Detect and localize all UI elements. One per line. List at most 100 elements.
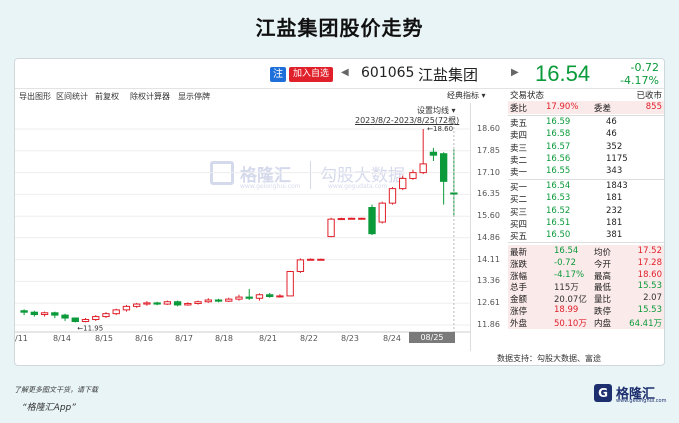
candle[interactable] [317, 258, 325, 261]
divider [508, 242, 664, 243]
candle[interactable] [235, 294, 243, 301]
candle[interactable] [337, 217, 345, 221]
stat-label: 最新 [510, 248, 528, 258]
candle[interactable] [388, 187, 397, 205]
price-axis: 18.60 17.85 17.10 16.35 15.60 14.86 14.11 13.36… [470, 103, 508, 351]
date-tick-label: /11 [15, 334, 28, 343]
bid-row[interactable]: 买二 16.53 181 [508, 193, 664, 206]
weicha-label: 委差 [594, 104, 612, 114]
candle[interactable] [214, 298, 223, 303]
range-stats-button[interactable]: 区间统计 [56, 91, 88, 102]
date-tick-label: 8/16 [135, 334, 153, 343]
bid-row[interactable]: 买三 16.52 232 [508, 205, 664, 218]
candle[interactable] [122, 304, 131, 312]
candle[interactable] [225, 297, 233, 303]
stat-label: 金额 [510, 295, 528, 306]
weicha-value: 855 [645, 102, 662, 112]
candle[interactable] [419, 129, 427, 175]
candle[interactable] [61, 313, 69, 321]
indicator-dropdown[interactable]: 经典指标 ▾ [447, 90, 486, 101]
candle[interactable] [245, 288, 253, 300]
trade-status-value: 已收市 [636, 91, 662, 101]
candle[interactable] [276, 294, 284, 298]
prev-stock-arrow-icon[interactable]: ◀ [341, 67, 349, 78]
bid-row[interactable]: 买四 16.51 181 [508, 218, 664, 230]
quote-header: 注 加入自选 ◀ 601065 江盐集团 ▶ 16.54 -0.72 -4.17… [15, 59, 664, 89]
candle[interactable] [286, 270, 294, 297]
candle-body [419, 163, 427, 174]
candle[interactable] [51, 311, 59, 319]
candle[interactable] [255, 293, 264, 301]
candle[interactable] [347, 217, 356, 220]
candle-body [61, 314, 69, 319]
candle[interactable] [266, 293, 274, 298]
show-suspension-button[interactable]: 显示停牌 [178, 91, 210, 102]
candle[interactable] [112, 308, 120, 316]
candle[interactable] [40, 311, 49, 317]
candle[interactable] [173, 300, 182, 307]
date-tick-label: 8/17 [175, 334, 193, 343]
candle[interactable] [20, 309, 28, 316]
candle[interactable] [81, 318, 90, 323]
bid-row[interactable]: 买五 16.50 381 [508, 230, 664, 242]
stat-row: 外盘 50.10万 内盘 64.41万 [508, 317, 664, 329]
add-to-watchlist-button[interactable]: 加入自选 [289, 67, 333, 82]
ex-rights-calculator-button[interactable]: 除权计算器 [130, 91, 170, 102]
candle-body [225, 298, 233, 302]
stat-label: 内盘 [594, 318, 612, 329]
next-stock-arrow-icon[interactable]: ▶ [511, 67, 519, 78]
candle[interactable] [133, 302, 141, 308]
candlestick-chart[interactable]: ←18.60 ←11.95 [15, 103, 470, 351]
bid-level: 买一 [510, 183, 528, 193]
candle[interactable] [368, 204, 376, 236]
candle[interactable] [327, 217, 335, 238]
stat-label: 今开 [594, 259, 612, 270]
candle[interactable] [30, 310, 39, 317]
bid-price: 16.52 [546, 205, 571, 216]
ask-row[interactable]: 卖二 16.56 1175 [508, 153, 664, 166]
candle-body [337, 218, 345, 221]
indicator-label: 经典指标 [447, 91, 479, 100]
candle-body [317, 258, 325, 261]
bid-row[interactable]: 买一 16.54 1843 [508, 181, 664, 193]
ask-volume: 1175 [606, 153, 628, 164]
data-source-note: 数据支持：勾股大数据、富途 [497, 354, 601, 363]
candle-body [450, 192, 458, 195]
candle-body [266, 294, 274, 298]
export-chart-button[interactable]: 导出图形 [19, 91, 51, 102]
bid-level: 买三 [510, 207, 528, 218]
candle[interactable] [439, 152, 448, 205]
candle[interactable] [163, 300, 172, 305]
candle[interactable] [153, 301, 161, 306]
ask-row[interactable]: 卖四 16.58 46 [508, 129, 664, 141]
candle[interactable] [378, 201, 386, 224]
stat-value: 50.10万 [554, 318, 587, 329]
stock-name: 江盐集团 [418, 66, 479, 84]
register-badge[interactable]: 注 [270, 67, 286, 82]
ask-row[interactable]: 卖一 16.55 343 [508, 166, 664, 178]
chevron-down-icon: ▾ [481, 91, 486, 100]
candle[interactable] [399, 175, 407, 191]
ask-row[interactable]: 卖三 16.57 352 [508, 141, 664, 154]
candle[interactable] [409, 169, 417, 180]
candle[interactable] [358, 217, 366, 220]
candle[interactable] [143, 301, 151, 306]
bid-volume: 381 [606, 230, 623, 241]
forward-adjust-button[interactable]: 前复权 [95, 91, 119, 102]
candle[interactable] [296, 258, 305, 273]
candle[interactable] [92, 315, 100, 321]
candle[interactable] [429, 147, 438, 161]
bid-price: 16.50 [546, 230, 571, 241]
candle[interactable] [306, 258, 315, 261]
candle[interactable] [204, 298, 212, 303]
trade-status-label: 交易状态 [510, 91, 545, 101]
ask-price: 16.57 [546, 141, 571, 152]
candle[interactable] [194, 300, 202, 305]
ask-row[interactable]: 卖五 16.59 46 [508, 117, 664, 129]
candle[interactable] [102, 312, 110, 319]
candle-body [378, 202, 386, 223]
ask-volume: 343 [606, 166, 623, 177]
bid-level: 买二 [510, 195, 528, 206]
chart-toolbar: 导出图形 区间统计 前复权 除权计算器 显示停牌 [15, 89, 475, 103]
candle[interactable] [71, 317, 79, 323]
